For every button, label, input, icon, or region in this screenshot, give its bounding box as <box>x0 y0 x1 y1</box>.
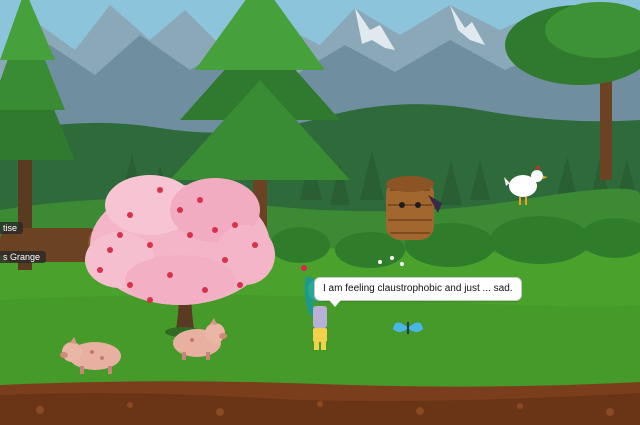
forest-background <box>0 0 640 425</box>
speech-bubble: I am feeling claustrophobic and just ...… <box>314 277 522 307</box>
location-tag[interactable]: tise <box>0 222 24 234</box>
location-tag[interactable]: s Grange <box>0 251 47 263</box>
game-scene[interactable]: tise s Grange I am feeling claustrophobi… <box>0 0 640 425</box>
